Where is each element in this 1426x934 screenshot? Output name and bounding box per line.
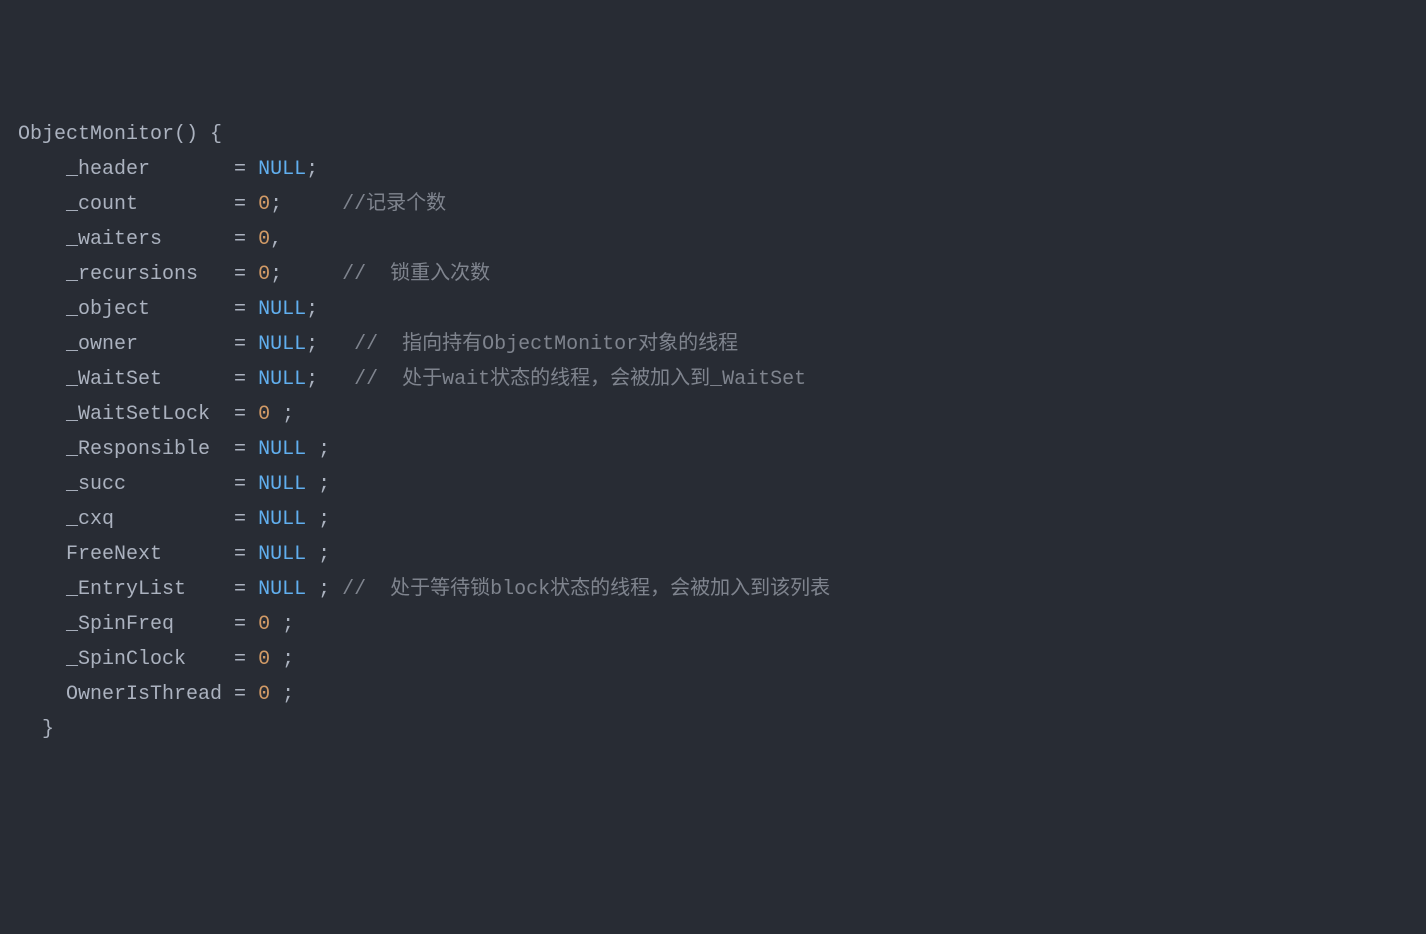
code-token-semicolon: ; [306, 298, 318, 321]
code-token-brace: { [210, 123, 222, 146]
code-token-number: 0 [258, 648, 270, 671]
code-token-keyword-null: NULL [258, 508, 306, 531]
code-token-operator: = [234, 683, 258, 706]
code-token-semicolon: ; [270, 648, 294, 671]
code-token-identifier: _waiters [66, 228, 234, 251]
code-token-identifier: _SpinFreq [66, 613, 234, 636]
code-line: _EntryList = NULL ; // 处于等待锁block状态的线程，会… [18, 572, 1408, 607]
code-token-semicolon: ; [270, 613, 294, 636]
code-token-number: 0 [258, 403, 270, 426]
code-token-keyword-null: NULL [258, 298, 306, 321]
code-token-operator: = [234, 263, 258, 286]
code-token-number: 0 [258, 263, 270, 286]
code-token-identifier: _cxq [66, 508, 234, 531]
code-token-semicolon: ; [270, 403, 294, 426]
code-token-semicolon: ; [270, 193, 342, 216]
code-token-semicolon: ; [306, 368, 354, 391]
code-token-identifier: _Responsible [66, 438, 234, 461]
code-token-operator: = [234, 438, 258, 461]
code-token-identifier: _count [66, 193, 234, 216]
code-line: _cxq = NULL ; [18, 502, 1408, 537]
code-token-number: 0 [258, 193, 270, 216]
code-line: OwnerIsThread = 0 ; [18, 677, 1408, 712]
code-token-operator: = [234, 473, 258, 496]
code-line: _header = NULL; [18, 152, 1408, 187]
code-token-operator: = [234, 613, 258, 636]
code-token-semicolon: ; [270, 683, 294, 706]
code-token-semicolon: ; [306, 473, 330, 496]
code-token-keyword-null: NULL [258, 368, 306, 391]
code-line: FreeNext = NULL ; [18, 537, 1408, 572]
code-token-operator: = [234, 508, 258, 531]
code-token-operator: = [234, 648, 258, 671]
code-token-operator: = [234, 543, 258, 566]
code-line: _succ = NULL ; [18, 467, 1408, 502]
code-token-semicolon: ; [270, 263, 342, 286]
code-token-operator: = [234, 578, 258, 601]
code-token-keyword-null: NULL [258, 473, 306, 496]
code-line: _SpinFreq = 0 ; [18, 607, 1408, 642]
code-token-identifier: _succ [66, 473, 234, 496]
code-token-keyword-null: NULL [258, 543, 306, 566]
code-token-identifier: OwnerIsThread [66, 683, 234, 706]
code-line: _count = 0; //记录个数 [18, 187, 1408, 222]
code-token-operator: = [234, 298, 258, 321]
code-token-identifier: _owner [66, 333, 234, 356]
code-token-semicolon: ; [306, 508, 330, 531]
code-token-keyword-null: NULL [258, 158, 306, 181]
code-line: _WaitSet = NULL; // 处于wait状态的线程，会被加入到_Wa… [18, 362, 1408, 397]
code-token-semicolon: ; [306, 578, 342, 601]
code-token-semicolon: ; [306, 333, 354, 356]
code-line: _WaitSetLock = 0 ; [18, 397, 1408, 432]
code-token-identifier: FreeNext [66, 543, 234, 566]
code-line: _Responsible = NULL ; [18, 432, 1408, 467]
code-token-operator: = [234, 228, 258, 251]
code-line: _SpinClock = 0 ; [18, 642, 1408, 677]
code-token-brace: } [42, 718, 54, 741]
code-token-identifier: _WaitSetLock [66, 403, 234, 426]
code-token-operator: = [234, 158, 258, 181]
code-line: ObjectMonitor() { [18, 117, 1408, 152]
code-token-identifier [18, 718, 42, 741]
code-line: _owner = NULL; // 指向持有ObjectMonitor对象的线程 [18, 327, 1408, 362]
code-token-operator: = [234, 368, 258, 391]
code-token-identifier: _object [66, 298, 234, 321]
code-token-identifier: _header [66, 158, 234, 181]
code-token-number: 0 [258, 613, 270, 636]
code-token-semicolon: ; [306, 543, 330, 566]
code-token-keyword-null: NULL [258, 438, 306, 461]
code-token-keyword-null: NULL [258, 333, 306, 356]
code-token-identifier: _SpinClock [66, 648, 234, 671]
code-token-comment: //记录个数 [342, 193, 446, 216]
code-token-comment: // 处于等待锁block状态的线程，会被加入到该列表 [342, 578, 830, 601]
code-token-comment: // 锁重入次数 [342, 263, 490, 286]
code-token-operator: = [234, 403, 258, 426]
code-token-number: 0 [258, 683, 270, 706]
code-line: _recursions = 0; // 锁重入次数 [18, 257, 1408, 292]
code-token-identifier: ObjectMonitor() [18, 123, 210, 146]
code-token-semicolon: ; [306, 158, 318, 181]
code-token-semicolon: , [270, 228, 282, 251]
code-line: _waiters = 0, [18, 222, 1408, 257]
code-token-keyword-null: NULL [258, 578, 306, 601]
code-line: _object = NULL; [18, 292, 1408, 327]
code-token-comment: // 指向持有ObjectMonitor对象的线程 [354, 333, 738, 356]
code-token-identifier: _WaitSet [66, 368, 234, 391]
code-token-identifier: _EntryList [66, 578, 234, 601]
code-token-number: 0 [258, 228, 270, 251]
code-token-operator: = [234, 193, 258, 216]
code-token-semicolon: ; [306, 438, 330, 461]
code-line: } [18, 712, 1408, 747]
code-token-comment: // 处于wait状态的线程，会被加入到_WaitSet [354, 368, 806, 391]
code-token-operator: = [234, 333, 258, 356]
code-token-identifier: _recursions [66, 263, 234, 286]
code-block: ObjectMonitor() { _header = NULL; _count… [18, 117, 1408, 747]
